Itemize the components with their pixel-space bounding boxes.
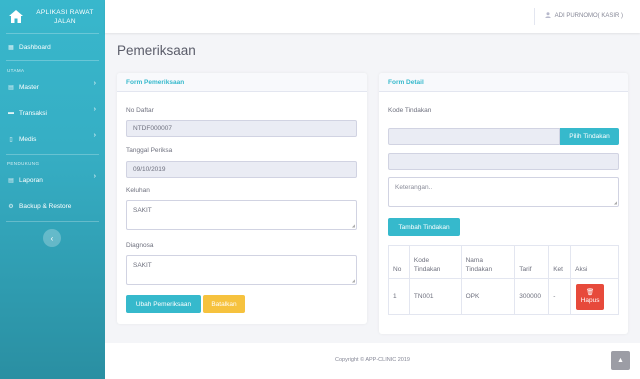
tambah-tindakan-button[interactable]: Tambah Tindakan [388,218,460,236]
chevron-up-icon: ▲ [617,357,624,364]
sidebar-item-laporan[interactable]: ▤ Laporan › [0,169,105,191]
sidebar-item-label: Dashboard [19,43,51,51]
no-daftar-field[interactable]: NTDF000007 [126,120,357,137]
copyright-text: Copyright © APP-CLINIC 2019 [335,357,410,363]
resize-handle-icon[interactable]: ◢ [352,279,355,283]
keterangan-placeholder: Keterangan.. [395,184,433,191]
table-header-row: No Kode Tindakan Nama Tindakan Tarif Ket… [388,245,619,279]
trash-icon: 🗑︎ [586,288,595,296]
table-icon: ▤ [8,84,14,91]
report-icon: ▤ [8,177,14,184]
form-detail-card: Form Detail Kode Tindakan Pilih Tindakan… [379,73,628,334]
chevron-right-icon: › [93,173,96,180]
table-row: 1 TN001 OPK 300000 - 🗑︎ Hapus [388,278,619,315]
kode-tindakan-field[interactable] [388,128,560,145]
cell-tarif: 300000 [514,278,550,315]
chevron-left-icon: ‹ [50,233,54,243]
user-menu[interactable]: ADI PURNOMO( KASIR ) [544,12,623,20]
column-header: Aksi [570,245,619,279]
sidebar-item-transaksi[interactable]: ▬ Transaksi › [0,102,105,124]
file-medical-icon: ▯ [9,136,13,143]
ubah-pemeriksaan-button[interactable]: Ubah Pemeriksaan [126,295,201,313]
kode-tindakan-label: Kode Tindakan [388,107,432,114]
pilih-tindakan-button[interactable]: Pilih Tindakan [560,128,619,145]
diagnosa-value: SAKIT [133,262,152,269]
scroll-to-top-button[interactable]: ▲ [611,351,630,370]
chevron-right-icon: › [93,80,96,87]
cell-kode: TN001 [408,278,462,315]
sidebar-divider [6,60,99,61]
sidebar-item-label: Medis [19,135,37,143]
column-header: Tarif [514,245,550,279]
tanggal-periksa-field[interactable]: 09/10/2019 [126,161,357,178]
sidebar-item-label: Laporan [19,176,43,184]
keluhan-textarea[interactable]: SAKIT ◢ [126,200,357,230]
sidebar-item-backup[interactable]: ⚙ Backup & Restore [0,195,105,217]
diagnosa-label: Diagnosa [126,242,154,249]
brand-title: APLIKASI RAWAT JALAN [36,8,94,25]
home-icon [7,8,25,26]
topbar: ADI PURNOMO( KASIR ) [105,0,640,33]
sidebar-heading-pendukung: PENDUKUNG [7,160,40,166]
sidebar-divider [6,33,99,34]
footer: Copyright © APP-CLINIC 2019 [105,343,640,379]
sidebar-heading-utama: UTAMA [7,67,25,73]
cell-aksi: 🗑︎ Hapus [570,278,619,315]
chevron-right-icon: › [93,132,96,139]
user-name: ADI PURNOMO( KASIR ) [554,13,623,19]
resize-handle-icon[interactable]: ◢ [352,224,355,228]
sidebar: APLIKASI RAWAT JALAN ▦ Dashboard UTAMA ▤… [0,0,105,379]
brand[interactable]: APLIKASI RAWAT JALAN [0,0,105,33]
form-pemeriksaan-card: Form Pemeriksaan No Daftar NTDF000007 Ta… [117,73,367,324]
card-title: Form Detail [379,73,628,92]
sidebar-toggle-button[interactable]: ‹ [43,229,61,247]
hapus-button[interactable]: 🗑︎ Hapus [576,283,605,310]
cell-ket: - [548,278,572,315]
resize-handle-icon[interactable]: ◢ [614,201,617,205]
user-icon [544,12,551,20]
column-header: Nama Tindakan [460,245,516,279]
sidebar-divider [6,221,99,222]
gears-icon: ⚙ [8,203,14,210]
tindakan-table: No Kode Tindakan Nama Tindakan Tarif Ket… [388,245,619,315]
no-daftar-label: No Daftar [126,107,154,114]
keluhan-label: Keluhan [126,187,150,194]
tanggal-periksa-label: Tanggal Periksa [126,147,173,154]
keluhan-value: SAKIT [133,207,152,214]
topbar-divider [534,8,535,25]
dashboard-icon: ▦ [8,44,14,51]
no-daftar-value: NTDF000007 [133,125,173,132]
cell-no: 1 [388,278,410,315]
column-header: Ket [548,245,572,279]
cash-icon: ▬ [8,110,14,116]
hapus-label: Hapus [580,296,600,304]
sidebar-item-label: Master [19,83,39,91]
diagnosa-textarea[interactable]: SAKIT ◢ [126,255,357,285]
tanggal-periksa-value: 09/10/2019 [133,166,166,173]
sidebar-item-medis[interactable]: ▯ Medis › [0,128,105,150]
sidebar-item-dashboard[interactable]: ▦ Dashboard [0,38,105,56]
card-title: Form Pemeriksaan [117,73,367,92]
page-title: Pemeriksaan [117,43,196,58]
column-header: No [388,245,410,279]
sidebar-divider [6,154,99,155]
sidebar-item-label: Backup & Restore [19,202,72,210]
sidebar-item-master[interactable]: ▤ Master › [0,76,105,98]
cell-nama: OPK [460,278,516,315]
column-header: Kode Tindakan [408,245,462,279]
nama-tindakan-field[interactable] [388,153,619,170]
chevron-right-icon: › [93,106,96,113]
batalkan-button[interactable]: Batalkan [203,295,245,313]
sidebar-item-label: Transaksi [19,109,47,117]
keterangan-textarea[interactable]: Keterangan.. ◢ [388,177,619,207]
